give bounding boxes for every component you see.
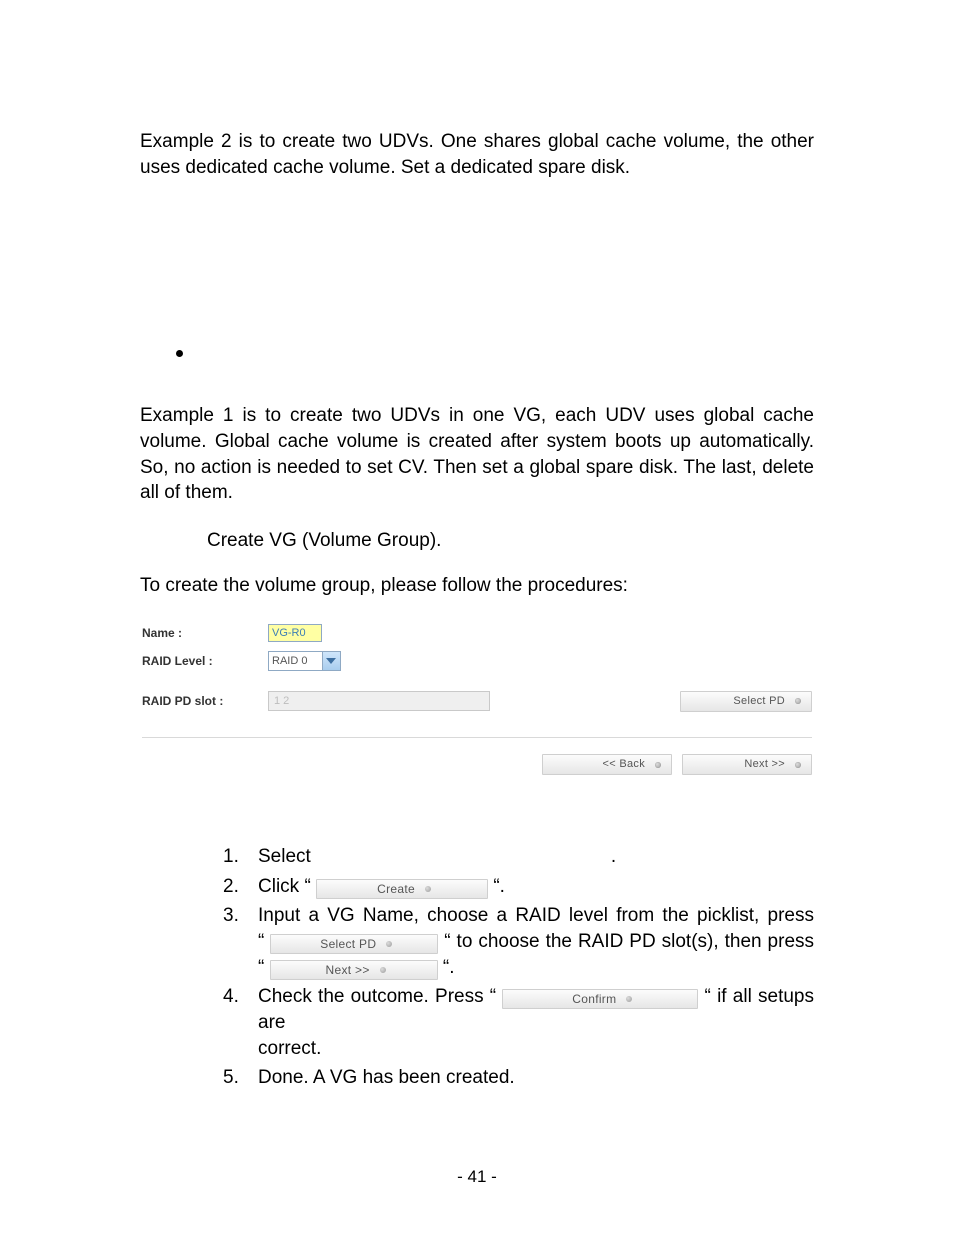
create-label: Create [377,881,415,897]
item1-text-b: . [611,846,616,867]
select-pd-button[interactable]: Select PD [680,691,812,712]
label-name: Name : [142,625,268,641]
confirm-button-inline[interactable]: Confirm [502,989,698,1009]
item4-text-a: Check the outcome. Press “ [258,986,502,1007]
row-name: Name : [142,619,812,647]
item3-quote-open-1: “ [258,931,270,952]
next-label: Next >> [326,962,370,978]
procedure-item-4: 4. Check the outcome. Press “ Confirm “ … [223,984,814,1061]
button-dot-icon [386,941,392,947]
chevron-down-icon[interactable] [322,651,341,671]
item3-mid: “ to choose the RAID PD slot(s), then pr… [438,931,814,952]
select-pd-label: Select PD [320,936,376,952]
item4-text-c: correct. [258,1036,814,1062]
list-number: 4. [223,984,258,1061]
create-vg-form: Name : RAID Level : RAID 0 RAID PD slot … [142,619,812,806]
procedure-item-1: 1. Select. [223,844,814,870]
procedure-item-5: 5. Done. A VG has been created. [223,1065,814,1091]
button-dot-icon [425,886,431,892]
back-button[interactable]: << Back [542,754,672,775]
item1-text-a: Select [258,846,311,867]
item2-text-b: “. [488,876,505,897]
row-raid-pd-slot: RAID PD slot : Select PD [142,687,812,715]
form-action-bar: << Back Next >> [142,737,812,806]
select-pd-button-inline[interactable]: Select PD [270,934,438,954]
button-dot-icon [626,996,632,1002]
intro-paragraph-1: Example 1 is to create two UDVs in one V… [140,403,814,506]
label-raid-level: RAID Level : [142,653,268,669]
back-label: << Back [603,757,645,772]
raid-pd-slot-input[interactable] [268,691,490,711]
procedure-item-3: 3. Input a VG Name, choose a RAID level … [223,903,814,980]
label-raid-pd-slot: RAID PD slot : [142,693,268,709]
next-button-inline[interactable]: Next >> [270,960,438,980]
item2-text-a: Click “ [258,876,316,897]
list-number: 2. [223,874,258,900]
blank-gap [140,180,814,384]
next-label: Next >> [744,757,785,772]
button-dot-icon [795,698,801,704]
procedure-list: 1. Select. 2. Click “ Create “. 3. [140,844,814,1091]
list-number: 1. [223,844,258,870]
raid-level-value: RAID 0 [268,651,322,671]
select-pd-label: Select PD [733,694,785,709]
item3-quote-open-2: “ [258,957,270,978]
list-number: 5. [223,1065,258,1091]
button-dot-icon [380,967,386,973]
intro-paragraph-2: Example 2 is to create two UDVs. One sha… [140,129,814,180]
bullet-icon [176,350,183,357]
item5-text: Done. A VG has been created. [258,1065,814,1091]
item3-end: “. [438,957,455,978]
next-button[interactable]: Next >> [682,754,812,775]
document-page: Example 2 is to create two UDVs. One sha… [0,0,954,1235]
list-number: 3. [223,903,258,980]
raid-level-select[interactable]: RAID 0 [268,651,341,671]
procedure-item-2: 2. Click “ Create “. [223,874,814,900]
name-input[interactable] [268,624,322,642]
row-raid-level: RAID Level : RAID 0 [142,647,812,675]
create-button-inline[interactable]: Create [316,879,488,899]
button-dot-icon [795,762,801,768]
button-dot-icon [655,762,661,768]
page-number: - 41 - [0,1166,954,1189]
confirm-label: Confirm [572,991,616,1007]
item3-line1: Input a VG Name, choose a RAID level fro… [258,903,814,929]
step-heading: Create VG (Volume Group). [140,528,814,554]
procedure-intro: To create the volume group, please follo… [140,573,814,599]
